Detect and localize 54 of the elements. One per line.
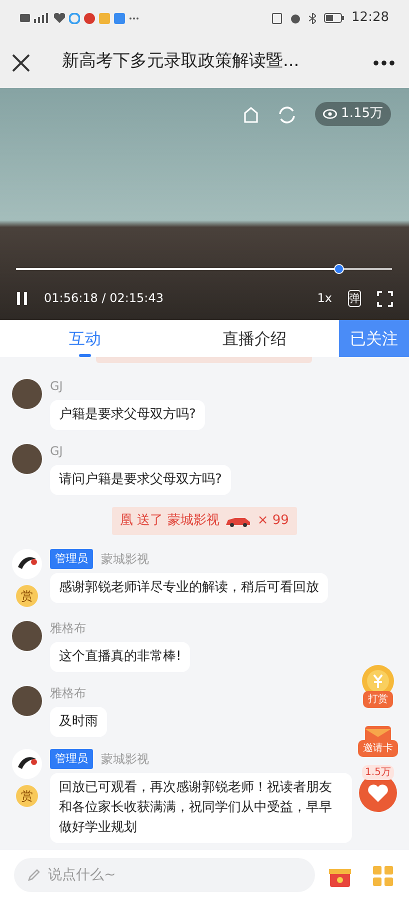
heart-icon <box>54 13 65 23</box>
like-button[interactable]: 1.5万 <box>359 765 397 812</box>
grid-icon <box>373 866 393 886</box>
comment-field[interactable]: 说点什么~ <box>14 858 315 892</box>
avatar <box>12 686 42 716</box>
user-name: GJ <box>50 378 63 395</box>
tab[interactable]: 互动 <box>0 320 170 357</box>
gift-text: 凰 送了 蒙城影视 <box>120 512 220 530</box>
app-icon <box>99 12 110 24</box>
fullscreen-icon <box>377 290 393 307</box>
message-bubble: 户籍是要求父母双方吗? <box>50 400 205 430</box>
message-bubble: 这个直播真的非常棒! <box>50 642 190 672</box>
page-title: 新高考下多元录取政策解读暨... <box>62 50 300 74</box>
close-icon <box>12 54 30 72</box>
speed-button[interactable]: 1x <box>317 289 332 307</box>
pencil-icon <box>27 868 41 882</box>
reward-badge: 赏 <box>16 584 38 606</box>
message-bubble: 感谢郭锐老师详尽专业的解读，稍后可看回放 <box>50 572 328 602</box>
user-name: GJ <box>50 443 63 460</box>
message-bubble: 请问户籍是要求父母双方吗? <box>50 465 231 495</box>
user-name: 雅格布 <box>50 620 86 636</box>
message-bubble: 及时雨 <box>50 706 107 736</box>
avatar <box>12 620 42 650</box>
reward-badge: 赏 <box>16 784 38 806</box>
gift-count: × 99 <box>257 512 289 530</box>
pause-icon <box>16 292 28 304</box>
play-pause-button[interactable] <box>16 292 28 304</box>
logo-icon <box>12 548 42 578</box>
danmaku-button[interactable]: 弹 <box>348 290 361 306</box>
tab[interactable]: 直播介绍 <box>170 320 339 357</box>
playback-time: 01:56:18 / 02:15:43 <box>44 290 164 307</box>
app-icon <box>84 12 95 24</box>
logo-icon <box>12 748 42 778</box>
signal-icon <box>20 13 50 23</box>
more-icon <box>373 60 395 66</box>
app-icon <box>69 12 80 24</box>
status-time: 12:28 <box>352 9 389 28</box>
house-icon <box>243 106 260 123</box>
bluetooth-icon <box>308 12 316 24</box>
tip-button[interactable]: 打赏 <box>362 665 394 708</box>
view-count: 1.15万 <box>341 105 383 124</box>
more-icon <box>129 16 139 20</box>
follow-button[interactable]: 已关注 <box>339 320 409 357</box>
refresh-icon <box>277 104 298 125</box>
user-name: 雅格布 <box>50 684 86 702</box>
user-name: 蒙城影视 <box>101 550 149 568</box>
eye-icon <box>323 109 338 119</box>
battery-icon <box>324 13 344 23</box>
admin-badge: 管理员 <box>50 748 93 768</box>
avatar <box>12 379 42 409</box>
admin-badge: 管理员 <box>50 548 93 568</box>
message-bubble: 回放已可观看，再次感谢郭锐老师！祝读者朋友和各位家长收获满满，祝同学们从中受益，早早做好学业规划 <box>50 772 352 842</box>
user-name: 蒙城影视 <box>101 750 149 768</box>
avatar <box>12 444 42 474</box>
